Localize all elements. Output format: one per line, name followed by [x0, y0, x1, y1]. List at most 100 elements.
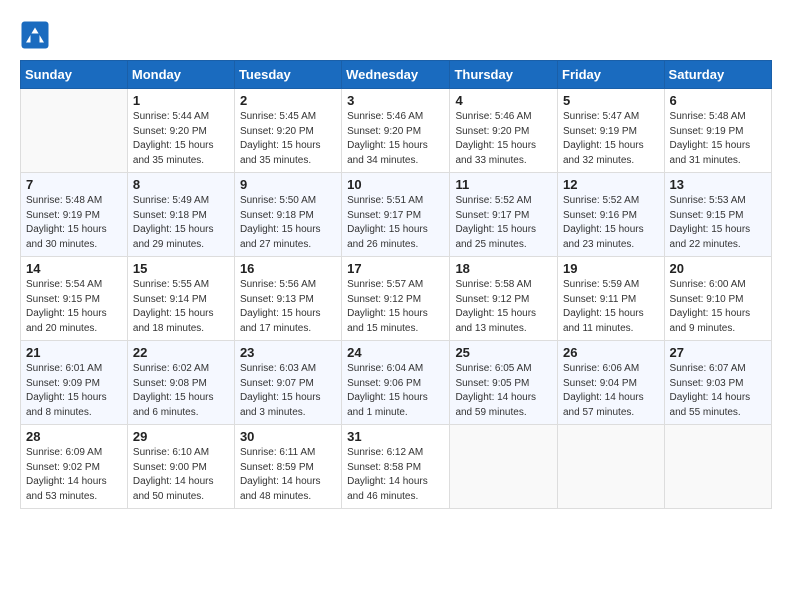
day-info: Sunrise: 6:11 AM Sunset: 8:59 PM Dayligh… [240, 446, 336, 504]
day-number: 13 [670, 177, 766, 192]
calendar-cell: 7 Sunrise: 5:48 AM Sunset: 9:19 PM Daylig… [21, 173, 128, 257]
day-number: 26 [563, 345, 659, 360]
page-header [20, 20, 772, 50]
calendar-cell: 26 Sunrise: 6:06 AM Sunset: 9:04 PM Dayli… [558, 341, 665, 425]
day-info: Sunrise: 5:49 AM Sunset: 9:18 PM Dayligh… [133, 194, 229, 252]
calendar-cell: 27Sunrise: 6:07 AM Sunset: 9:03 PM Dayli… [664, 341, 771, 425]
calendar-cell: 16Sunrise: 5:56 AM Sunset: 9:13 PM Dayli… [234, 257, 341, 341]
calendar-cell: 18 Sunrise: 5:58 AM Sunset: 9:12 PM Dayli… [450, 257, 558, 341]
calendar-weekday-wednesday: Wednesday [342, 61, 450, 89]
day-number: 31 [347, 429, 444, 444]
calendar-cell: 5 Sunrise: 5:47 AM Sunset: 9:19 PM Daylig… [558, 89, 665, 173]
day-info: Sunrise: 5:50 AM Sunset: 9:18 PM Dayligh… [240, 194, 336, 252]
calendar-cell: 31 Sunrise: 6:12 AM Sunset: 8:58 PM Dayli… [342, 425, 450, 509]
calendar-week-row: 7 Sunrise: 5:48 AM Sunset: 9:19 PM Daylig… [21, 173, 772, 257]
calendar-cell [450, 425, 558, 509]
calendar-weekday-monday: Monday [127, 61, 234, 89]
day-number: 22 [133, 345, 229, 360]
calendar-cell: 17 Sunrise: 5:57 AM Sunset: 9:12 PM Dayli… [342, 257, 450, 341]
day-info: Sunrise: 5:44 AM Sunset: 9:20 PM Dayligh… [133, 110, 229, 168]
day-number: 30 [240, 429, 336, 444]
day-info: Sunrise: 5:54 AM Sunset: 9:15 PM Dayligh… [26, 278, 122, 336]
calendar-cell: 14 Sunrise: 5:54 AM Sunset: 9:15 PM Dayli… [21, 257, 128, 341]
calendar-cell: 13 Sunrise: 5:53 AM Sunset: 9:15 PM Dayli… [664, 173, 771, 257]
day-number: 18 [455, 261, 552, 276]
day-info: Sunrise: 5:53 AM Sunset: 9:15 PM Dayligh… [670, 194, 766, 252]
calendar-week-row: 1 Sunrise: 5:44 AM Sunset: 9:20 PM Daylig… [21, 89, 772, 173]
day-number: 5 [563, 93, 659, 108]
day-number: 3 [347, 93, 444, 108]
day-number: 20 [670, 261, 766, 276]
day-number: 12 [563, 177, 659, 192]
calendar-week-row: 28 Sunrise: 6:09 AM Sunset: 9:02 PM Dayli… [21, 425, 772, 509]
day-number: 21 [26, 345, 122, 360]
day-info: Sunrise: 5:55 AM Sunset: 9:14 PM Dayligh… [133, 278, 229, 336]
calendar-cell: 6 Sunrise: 5:48 AM Sunset: 9:19 PM Daylig… [664, 89, 771, 173]
calendar-week-row: 21 Sunrise: 6:01 AM Sunset: 9:09 PM Dayli… [21, 341, 772, 425]
day-number: 15 [133, 261, 229, 276]
logo [20, 20, 52, 50]
calendar-weekday-sunday: Sunday [21, 61, 128, 89]
day-number: 11 [455, 177, 552, 192]
calendar-cell [664, 425, 771, 509]
calendar-cell: 3 Sunrise: 5:46 AM Sunset: 9:20 PM Daylig… [342, 89, 450, 173]
day-info: Sunrise: 5:48 AM Sunset: 9:19 PM Dayligh… [670, 110, 766, 168]
calendar-cell: 10Sunrise: 5:51 AM Sunset: 9:17 PM Dayli… [342, 173, 450, 257]
calendar-cell: 19Sunrise: 5:59 AM Sunset: 9:11 PM Dayli… [558, 257, 665, 341]
day-number: 28 [26, 429, 122, 444]
day-info: Sunrise: 6:09 AM Sunset: 9:02 PM Dayligh… [26, 446, 122, 504]
day-number: 23 [240, 345, 336, 360]
calendar-weekday-tuesday: Tuesday [234, 61, 341, 89]
calendar-week-row: 14 Sunrise: 5:54 AM Sunset: 9:15 PM Dayli… [21, 257, 772, 341]
day-info: Sunrise: 6:05 AM Sunset: 9:05 PM Dayligh… [455, 362, 552, 420]
day-number: 8 [133, 177, 229, 192]
day-info: Sunrise: 6:03 AM Sunset: 9:07 PM Dayligh… [240, 362, 336, 420]
day-info: Sunrise: 5:48 AM Sunset: 9:19 PM Dayligh… [26, 194, 122, 252]
calendar-cell: 11 Sunrise: 5:52 AM Sunset: 9:17 PM Dayli… [450, 173, 558, 257]
calendar-cell: 1 Sunrise: 5:44 AM Sunset: 9:20 PM Daylig… [127, 89, 234, 173]
calendar-cell: 30 Sunrise: 6:11 AM Sunset: 8:59 PM Dayli… [234, 425, 341, 509]
day-info: Sunrise: 6:02 AM Sunset: 9:08 PM Dayligh… [133, 362, 229, 420]
day-info: Sunrise: 6:06 AM Sunset: 9:04 PM Dayligh… [563, 362, 659, 420]
day-number: 7 [26, 177, 122, 192]
calendar-weekday-friday: Friday [558, 61, 665, 89]
calendar-table: SundayMondayTuesdayWednesdayThursdayFrid… [20, 60, 772, 509]
day-info: Sunrise: 5:52 AM Sunset: 9:17 PM Dayligh… [455, 194, 552, 252]
day-info: Sunrise: 5:58 AM Sunset: 9:12 PM Dayligh… [455, 278, 552, 336]
logo-icon [20, 20, 50, 50]
day-number: 17 [347, 261, 444, 276]
calendar-weekday-saturday: Saturday [664, 61, 771, 89]
day-info: Sunrise: 5:46 AM Sunset: 9:20 PM Dayligh… [455, 110, 552, 168]
day-info: Sunrise: 5:57 AM Sunset: 9:12 PM Dayligh… [347, 278, 444, 336]
day-info: Sunrise: 5:52 AM Sunset: 9:16 PM Dayligh… [563, 194, 659, 252]
day-info: Sunrise: 6:01 AM Sunset: 9:09 PM Dayligh… [26, 362, 122, 420]
day-info: Sunrise: 6:04 AM Sunset: 9:06 PM Dayligh… [347, 362, 444, 420]
day-info: Sunrise: 6:12 AM Sunset: 8:58 PM Dayligh… [347, 446, 444, 504]
calendar-cell: 29Sunrise: 6:10 AM Sunset: 9:00 PM Dayli… [127, 425, 234, 509]
day-info: Sunrise: 6:10 AM Sunset: 9:00 PM Dayligh… [133, 446, 229, 504]
calendar-cell: 2 Sunrise: 5:45 AM Sunset: 9:20 PM Daylig… [234, 89, 341, 173]
day-info: Sunrise: 5:59 AM Sunset: 9:11 PM Dayligh… [563, 278, 659, 336]
day-info: Sunrise: 6:07 AM Sunset: 9:03 PM Dayligh… [670, 362, 766, 420]
calendar-weekday-thursday: Thursday [450, 61, 558, 89]
calendar-cell: 22 Sunrise: 6:02 AM Sunset: 9:08 PM Dayli… [127, 341, 234, 425]
calendar-cell: 23 Sunrise: 6:03 AM Sunset: 9:07 PM Dayli… [234, 341, 341, 425]
calendar-cell: 28 Sunrise: 6:09 AM Sunset: 9:02 PM Dayli… [21, 425, 128, 509]
day-info: Sunrise: 5:51 AM Sunset: 9:17 PM Dayligh… [347, 194, 444, 252]
calendar-cell: 12 Sunrise: 5:52 AM Sunset: 9:16 PM Dayli… [558, 173, 665, 257]
day-number: 9 [240, 177, 336, 192]
calendar-cell [558, 425, 665, 509]
calendar-cell: 4 Sunrise: 5:46 AM Sunset: 9:20 PM Daylig… [450, 89, 558, 173]
day-number: 6 [670, 93, 766, 108]
day-number: 4 [455, 93, 552, 108]
calendar-cell: 20Sunrise: 6:00 AM Sunset: 9:10 PM Dayli… [664, 257, 771, 341]
day-number: 14 [26, 261, 122, 276]
day-number: 1 [133, 93, 229, 108]
day-number: 2 [240, 93, 336, 108]
day-info: Sunrise: 5:45 AM Sunset: 9:20 PM Dayligh… [240, 110, 336, 168]
calendar-header-row: SundayMondayTuesdayWednesdayThursdayFrid… [21, 61, 772, 89]
day-info: Sunrise: 5:46 AM Sunset: 9:20 PM Dayligh… [347, 110, 444, 168]
day-info: Sunrise: 5:47 AM Sunset: 9:19 PM Dayligh… [563, 110, 659, 168]
day-number: 24 [347, 345, 444, 360]
calendar-cell: 21 Sunrise: 6:01 AM Sunset: 9:09 PM Dayli… [21, 341, 128, 425]
